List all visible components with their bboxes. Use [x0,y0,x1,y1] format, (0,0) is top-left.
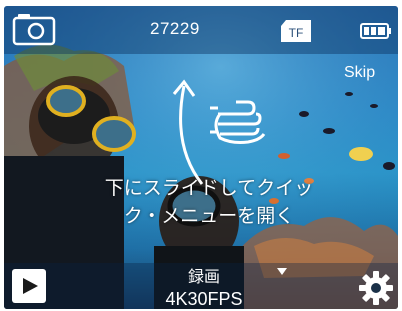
status-bar [4,6,398,54]
mode-label[interactable]: 録画 [154,268,254,286]
tf-card-icon: TF [281,20,311,42]
photo-mode-icon[interactable] [12,12,56,46]
swipe-hand-icon [210,100,266,144]
caret-down-icon[interactable] [277,268,287,275]
shots-remaining-counter: 27229 [150,19,200,38]
tf-label: TF [289,26,304,40]
hint-line-1: 下にスライドしてクイッ [104,177,314,199]
playback-button[interactable] [12,269,46,303]
play-icon [23,278,38,294]
battery-full-icon [360,23,391,39]
skip-button[interactable]: Skip [344,64,375,82]
gear-icon[interactable] [358,270,394,306]
camera-screen: 27229 TF Skip 下にスライドしてクイッ ク・メニューを開く 録画 4… [4,6,398,309]
quick-menu-hint: 下にスライドしてクイッ ク・メニューを開く [44,174,374,230]
resolution-label[interactable]: 4K30FPS [144,290,264,308]
hint-line-2: ク・メニューを開く [123,205,295,227]
